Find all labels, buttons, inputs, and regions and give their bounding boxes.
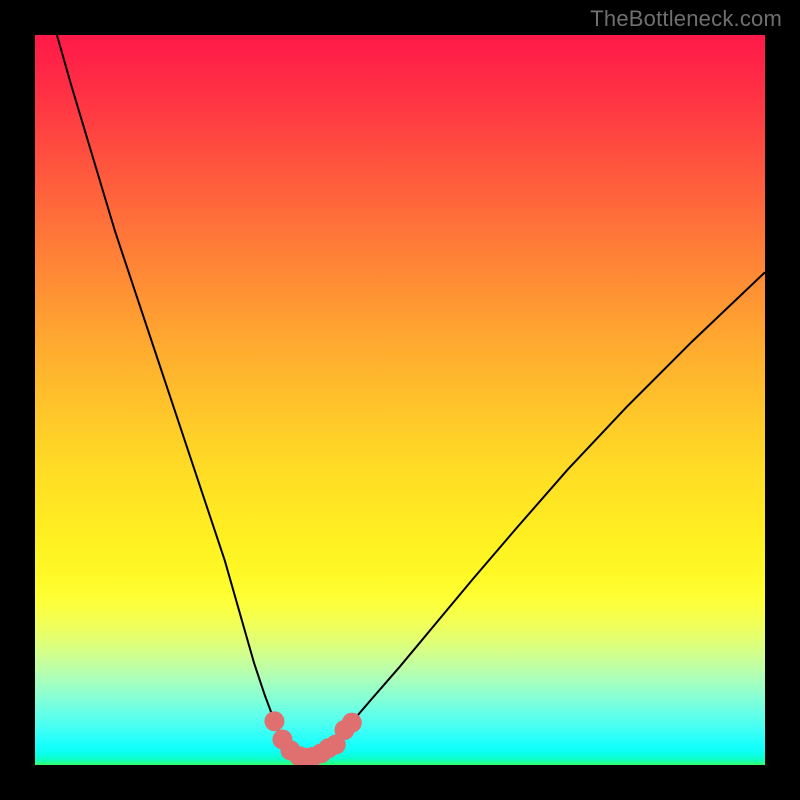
- highlight-dots-group: [264, 711, 361, 765]
- highlight-dot: [264, 711, 284, 731]
- plot-area: [35, 35, 765, 765]
- bottleneck-curve: [57, 35, 765, 758]
- chart-frame: TheBottleneck.com: [0, 0, 800, 800]
- curve-layer: [35, 35, 765, 765]
- watermark-text: TheBottleneck.com: [590, 6, 782, 32]
- highlight-dot: [342, 713, 362, 733]
